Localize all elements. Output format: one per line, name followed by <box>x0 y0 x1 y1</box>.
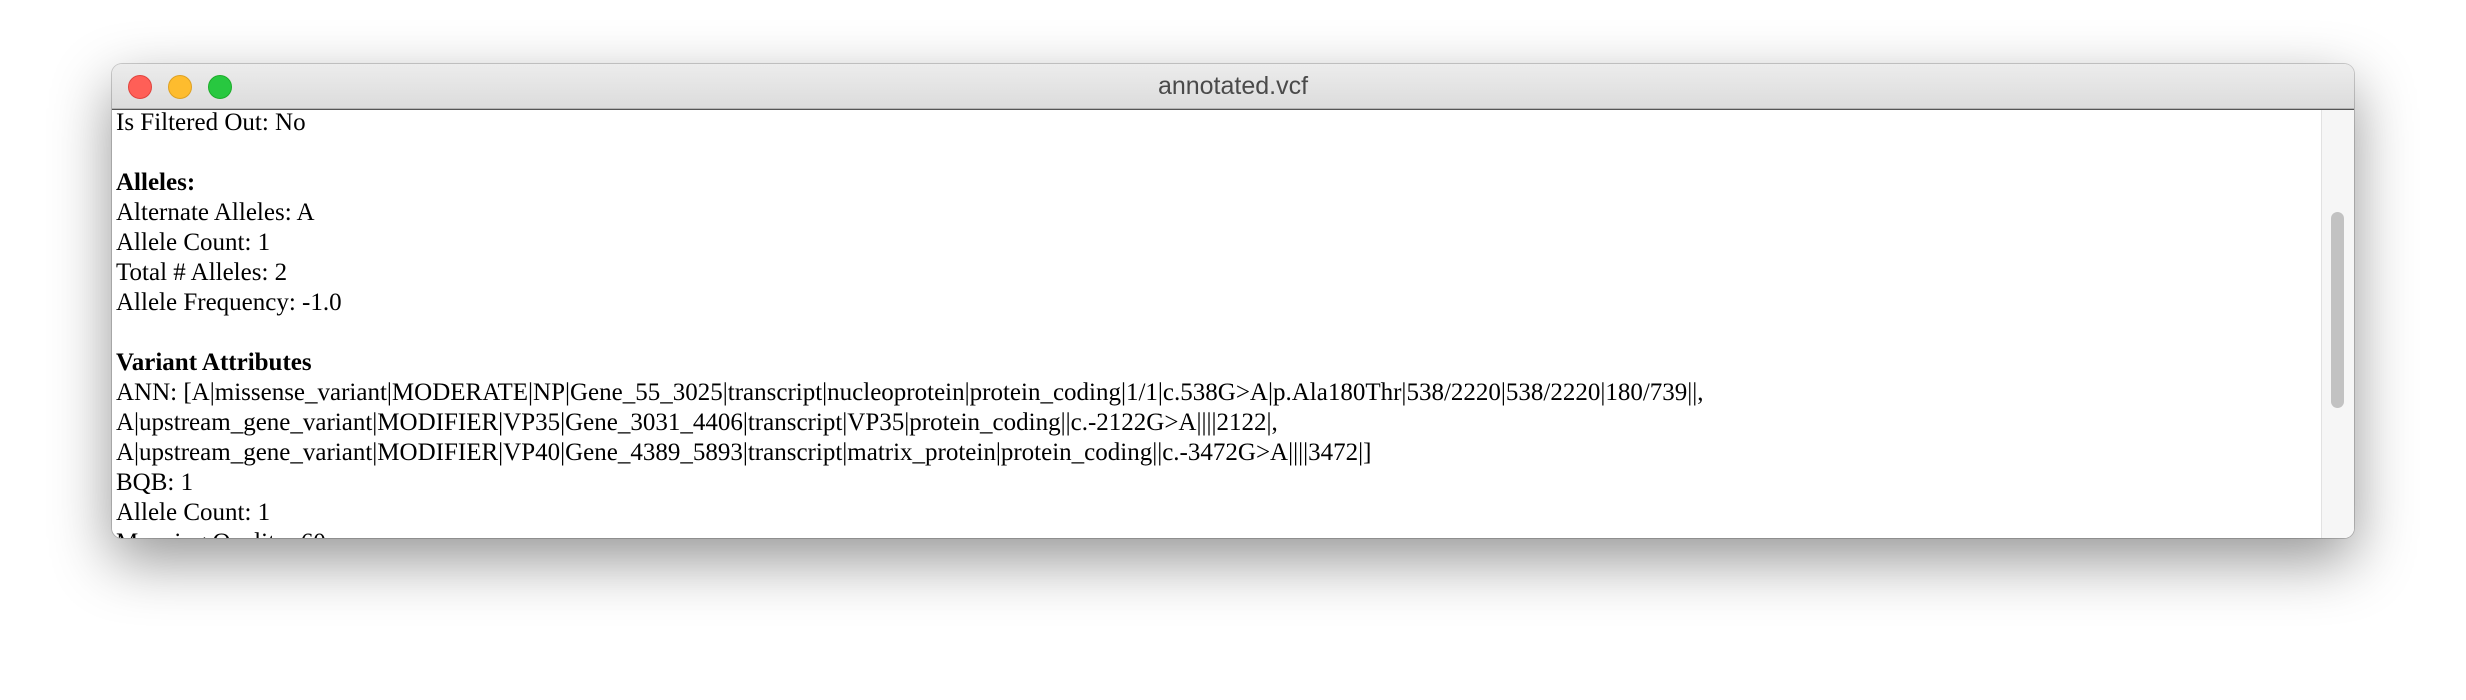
vcf-viewer-window: annotated.vcf Is Filtered Out: No Allele… <box>112 64 2354 538</box>
window-title: annotated.vcf <box>1157 72 1309 100</box>
ann-line-1: ANN: [A|missense_variant|MODERATE|NP|Gen… <box>116 379 1704 406</box>
total-alleles-line: Total # Alleles: 2 <box>116 259 288 286</box>
alleles-heading: Alleles: <box>116 169 196 196</box>
variant-attributes-heading: Variant Attributes <box>116 349 312 376</box>
bqb-line: BQB: 1 <box>116 469 194 496</box>
attribute-allele-count-line: Allele Count: 1 <box>116 499 271 526</box>
mapping-quality-line: Mapping Quality: 60 <box>116 528 2320 538</box>
title-bar[interactable]: annotated.vcf <box>112 64 2354 109</box>
vertical-scrollbar[interactable] <box>2321 110 2354 538</box>
allele-frequency-line: Allele Frequency: -1.0 <box>116 289 342 316</box>
text-viewer[interactable]: Is Filtered Out: No Alleles: Alternate A… <box>112 109 2354 538</box>
allele-count-line: Allele Count: 1 <box>116 229 271 256</box>
alternate-alleles-line: Alternate Alleles: A <box>116 199 315 226</box>
ann-line-3: A|upstream_gene_variant|MODIFIER|VP40|Ge… <box>116 439 1372 466</box>
scrollbar-thumb[interactable] <box>2331 212 2344 408</box>
variant-details-text[interactable]: Is Filtered Out: No Alleles: Alternate A… <box>116 109 2320 538</box>
filtered-status-line: Is Filtered Out: No <box>116 109 306 136</box>
ann-line-2: A|upstream_gene_variant|MODIFIER|VP35|Ge… <box>116 409 1278 436</box>
